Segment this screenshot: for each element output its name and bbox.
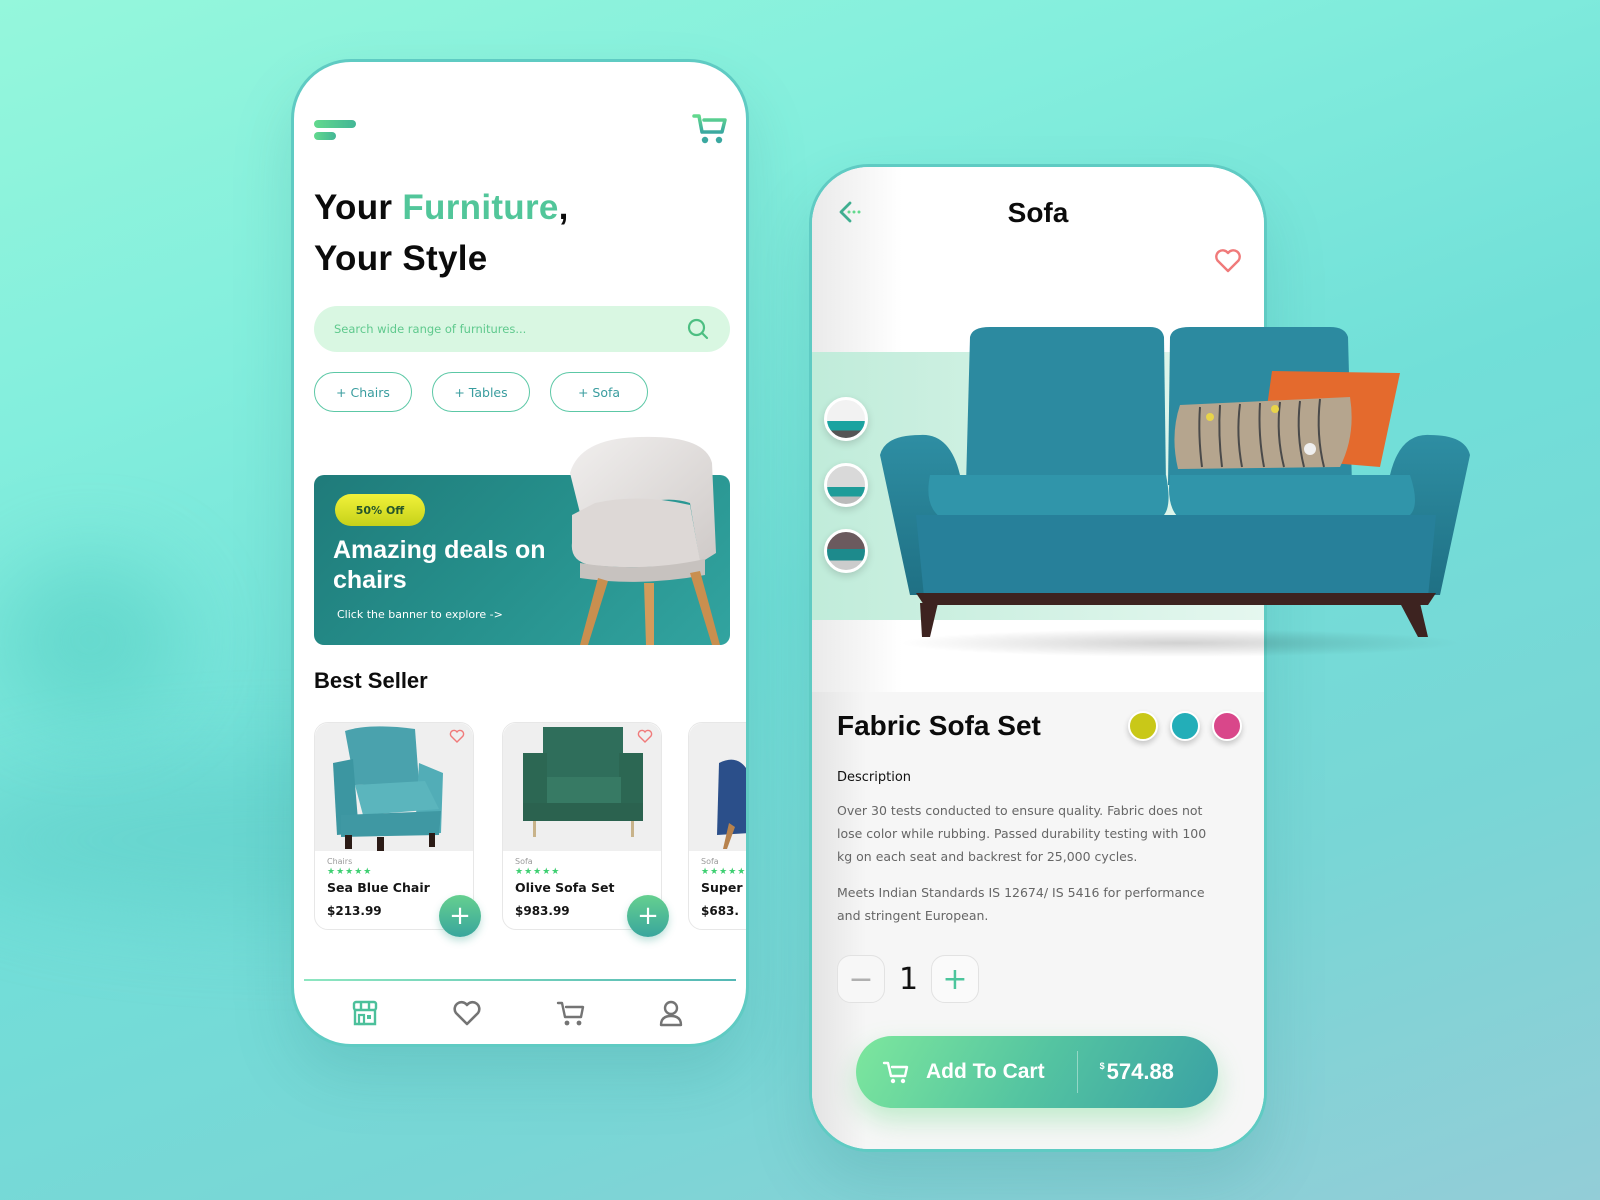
promo-banner[interactable]: 50% Off Amazing deals on chairs Click th… xyxy=(314,436,730,645)
category-chips: + Chairs + Tables + Sofa xyxy=(314,372,648,412)
nav-divider xyxy=(304,979,736,981)
store-icon[interactable] xyxy=(350,998,380,1028)
increase-quantity-button[interactable]: + xyxy=(931,955,979,1003)
color-swatch-teal[interactable] xyxy=(1170,711,1200,741)
cart-icon[interactable] xyxy=(692,112,728,146)
description-text: Over 30 tests conducted to ensure qualit… xyxy=(837,803,1207,864)
product-category: Chairs xyxy=(327,857,353,866)
chip-tables[interactable]: + Tables xyxy=(432,372,530,412)
add-to-cart-button[interactable]: Add To Cart $574.88 xyxy=(856,1036,1218,1108)
product-price: $983.99 xyxy=(515,904,570,918)
user-icon[interactable] xyxy=(656,998,686,1028)
color-swatches xyxy=(1128,711,1242,741)
sofa-image xyxy=(880,327,1470,657)
cart-icon xyxy=(882,1061,909,1084)
background-blur xyxy=(0,560,180,720)
product-price: $683. xyxy=(701,904,739,918)
search-input[interactable] xyxy=(334,322,686,336)
heart-icon[interactable] xyxy=(1214,247,1242,273)
quantity-value: 1 xyxy=(899,961,919,997)
product-title: Fabric Sofa Set xyxy=(837,710,1041,741)
quantity-stepper: − 1 + xyxy=(837,955,979,1003)
search-bar xyxy=(314,306,730,352)
description-label: Description xyxy=(837,770,912,785)
heart-icon[interactable] xyxy=(637,729,653,743)
add-product-button[interactable]: + xyxy=(439,895,481,937)
menu-icon[interactable] xyxy=(314,120,356,142)
hero-title: Your Furniture, Your Style xyxy=(314,188,569,278)
product-card[interactable]: Chairs ★★★★★ Sea Blue Chair $213.99 + xyxy=(314,722,481,937)
product-category: Sofa xyxy=(701,857,719,866)
total-price: $574.88 xyxy=(1099,1059,1174,1084)
product-category: Sofa xyxy=(515,857,533,866)
description-text: Meets Indian Standards IS 12674/ IS 5416… xyxy=(837,885,1205,923)
color-swatch-yellow[interactable] xyxy=(1128,711,1158,741)
rating-stars: ★★★★★ xyxy=(701,867,747,877)
product-name: Super xyxy=(701,880,743,895)
thumbnail-list xyxy=(824,397,868,595)
product-name: Sea Blue Chair xyxy=(327,880,430,895)
product-name: Olive Sofa Set xyxy=(515,880,615,895)
search-icon[interactable] xyxy=(686,317,710,341)
chip-chairs[interactable]: + Chairs xyxy=(314,372,412,412)
page-title: Sofa xyxy=(1007,197,1069,228)
discount-badge: 50% Off xyxy=(335,494,425,526)
add-to-cart-label: Add To Cart xyxy=(926,1060,1045,1083)
best-seller-list: Chairs ★★★★★ Sea Blue Chair $213.99 + So… xyxy=(314,722,747,937)
cart-icon[interactable] xyxy=(556,998,586,1028)
button-divider xyxy=(1076,1051,1078,1093)
rating-stars: ★★★★★ xyxy=(327,867,373,877)
banner-link[interactable]: Click the banner to explore -> xyxy=(337,608,503,621)
best-seller-title: Best Seller xyxy=(314,668,428,693)
color-swatch-pink[interactable] xyxy=(1212,711,1242,741)
product-image xyxy=(717,759,746,849)
chip-sofa[interactable]: + Sofa xyxy=(550,372,648,412)
rating-stars: ★★★★★ xyxy=(515,867,561,877)
bottom-nav xyxy=(294,992,746,1042)
banner-title: Amazing deals on chairs xyxy=(333,536,546,594)
home-screen: Your Furniture, Your Style + Chairs + Ta… xyxy=(291,59,749,1047)
thumbnail[interactable] xyxy=(824,397,868,441)
product-price: $213.99 xyxy=(327,904,382,918)
heart-icon[interactable] xyxy=(452,998,482,1028)
product-card[interactable]: Sofa ★★★★★ Super $683. xyxy=(688,722,747,930)
thumbnail[interactable] xyxy=(824,463,868,507)
product-card[interactable]: Sofa ★★★★★ Olive Sofa Set $983.99 + xyxy=(502,722,669,937)
chair-image xyxy=(570,436,720,645)
thumbnail[interactable] xyxy=(824,529,868,573)
decrease-quantity-button[interactable]: − xyxy=(837,955,885,1003)
heart-icon[interactable] xyxy=(449,729,465,743)
add-product-button[interactable]: + xyxy=(627,895,669,937)
